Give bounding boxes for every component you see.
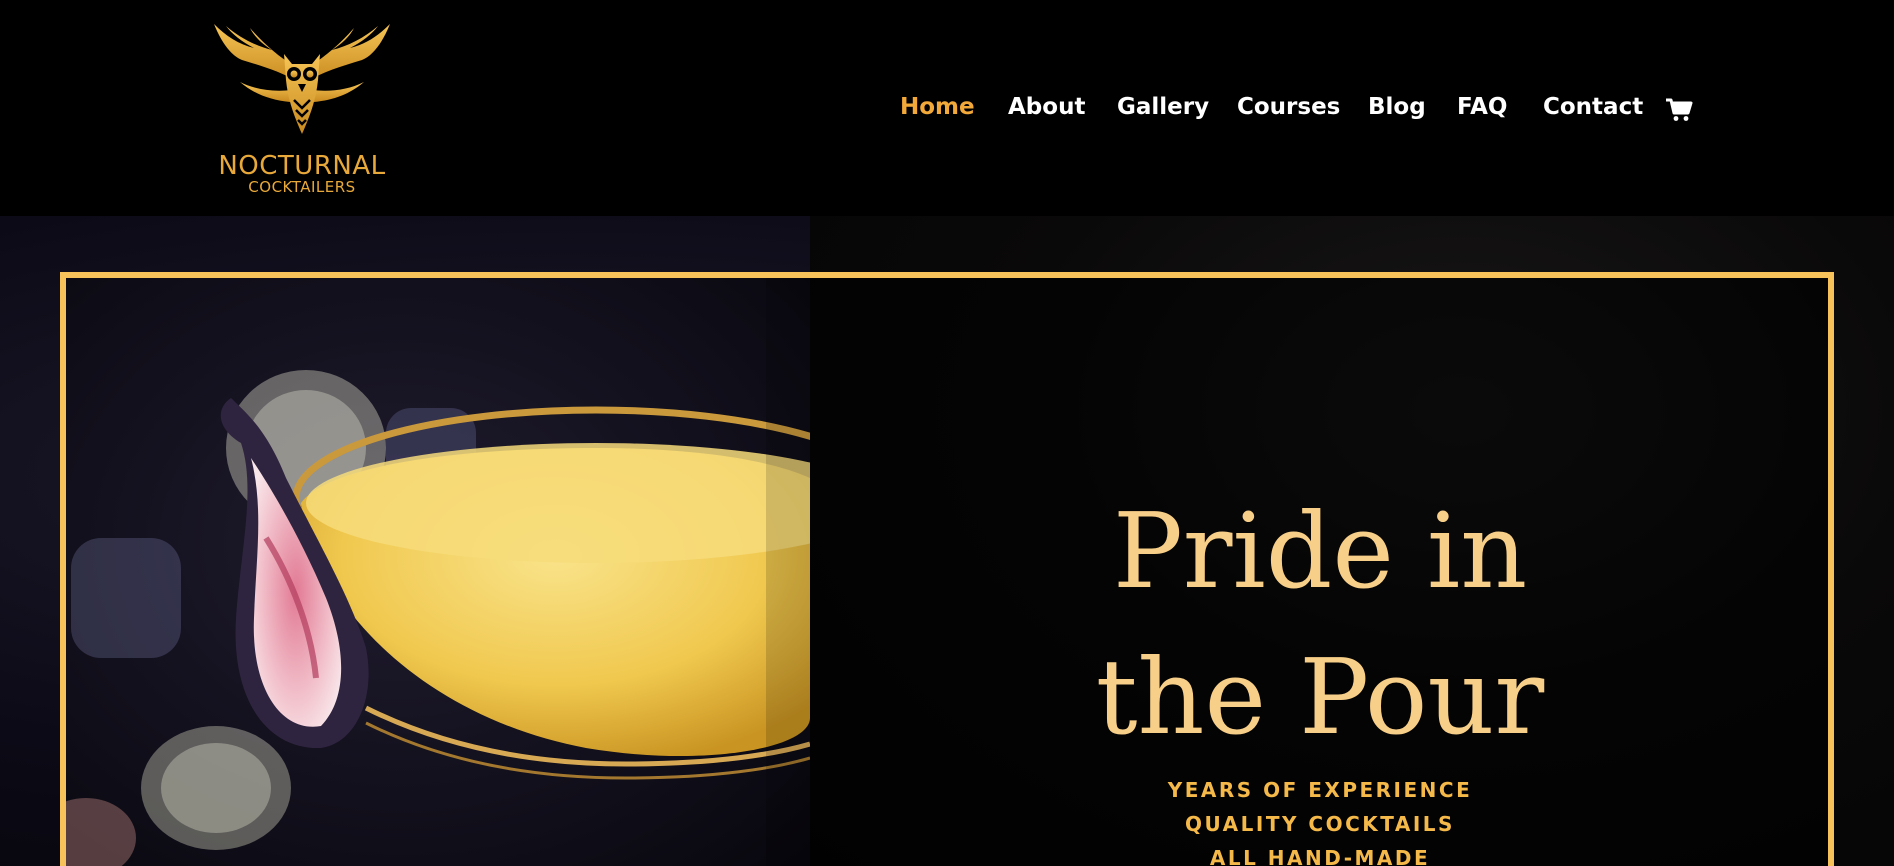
nav-home[interactable]: Home: [900, 94, 975, 120]
nav-about[interactable]: About: [1008, 94, 1085, 120]
headline-line-1: Pride in: [1112, 490, 1528, 612]
headline-line-2: the Pour: [1095, 636, 1545, 758]
hero-section: Pride in the Pour YEARS OF EXPERIENCE QU…: [0, 216, 1894, 866]
nav-courses[interactable]: Courses: [1237, 94, 1340, 120]
nav-contact[interactable]: Contact: [1543, 94, 1643, 120]
shopping-cart-icon[interactable]: [1665, 97, 1693, 123]
hero-headline: Pride in the Pour: [1000, 478, 1640, 770]
brand-name: NOCTURNAL: [218, 151, 386, 181]
owl-wings-logo-icon: [214, 24, 390, 134]
site-header: NOCTURNAL COCKTAILERS Home About Gallery…: [0, 0, 1894, 216]
tagline-experience: YEARS OF EXPERIENCE: [1167, 778, 1473, 802]
tagline-quality: QUALITY COCKTAILS: [1185, 812, 1455, 836]
brand-logo[interactable]: NOCTURNAL COCKTAILERS: [212, 20, 392, 200]
nav-blog[interactable]: Blog: [1368, 94, 1426, 120]
tagline-handmade: ALL HAND-MADE: [1209, 846, 1431, 866]
nav-faq[interactable]: FAQ: [1457, 94, 1507, 120]
nav-gallery[interactable]: Gallery: [1117, 94, 1209, 120]
brand-subtitle: COCKTAILERS: [248, 178, 356, 196]
